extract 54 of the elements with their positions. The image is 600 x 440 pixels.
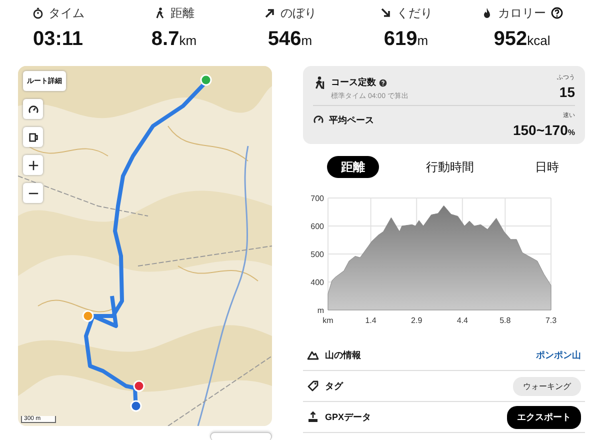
tab[interactable]: 日時 <box>521 156 573 178</box>
export-button[interactable]: エクスポート <box>507 406 581 428</box>
course-value: 150~170% <box>512 122 575 138</box>
flame-icon <box>481 7 493 19</box>
y-tick-label: 600 <box>310 222 324 231</box>
stat-label: カロリー <box>498 4 546 22</box>
map-control-button[interactable] <box>23 183 43 203</box>
info-label: タグ <box>325 380 343 392</box>
up-right-arrow-icon <box>264 7 276 19</box>
help-icon <box>551 7 563 19</box>
x-tick-label: 7.3 <box>545 316 557 325</box>
stat-label: のぼり <box>280 4 316 22</box>
stat-value: 952kcal <box>494 28 550 51</box>
zoom-in-icon <box>28 160 38 170</box>
stat-value: 619m <box>384 28 428 51</box>
info-label: GPXデータ <box>325 410 372 424</box>
y-tick-label: m <box>317 306 324 315</box>
map-control-button[interactable] <box>23 155 43 175</box>
stat-value: 546m <box>268 28 312 51</box>
course-title: コース定数 <box>331 76 376 89</box>
stat-label: くだり <box>396 4 432 22</box>
tag-chip[interactable]: ウォーキング <box>513 376 581 396</box>
x-tick-label: 1.4 <box>365 316 376 325</box>
y-tick-label: 700 <box>310 194 324 203</box>
y-tick-label: 500 <box>310 250 324 259</box>
down-right-arrow-icon <box>380 7 392 19</box>
x-tick-label: 2.9 <box>411 316 422 325</box>
course-value: 15 <box>559 84 575 100</box>
stat-label: タイム <box>48 4 84 22</box>
tab[interactable]: 行動時間 <box>412 156 488 178</box>
x-tick-label: km <box>322 316 334 325</box>
cup-icon <box>28 132 38 142</box>
stat-value: 03:11 <box>32 28 84 51</box>
speedometer-icon <box>28 104 38 114</box>
map-control-button[interactable] <box>23 127 43 147</box>
mountain-link[interactable]: ポンポン山 <box>536 348 581 362</box>
x-tick-label: 4.4 <box>456 316 468 325</box>
walking-person-icon <box>154 7 166 19</box>
tab[interactable]: 距離 <box>327 156 379 178</box>
x-tick-label: 5.8 <box>500 316 511 325</box>
course-title: 平均ペース <box>329 114 374 127</box>
info-label: 山の情報 <box>325 348 361 362</box>
hiker-icon <box>313 76 326 89</box>
stat-label: 距離 <box>170 4 194 22</box>
bottom-panel <box>210 432 272 440</box>
help-icon <box>379 78 387 86</box>
map-control-button[interactable] <box>23 99 43 119</box>
upload-icon <box>307 411 319 423</box>
stat-value: 8.7km <box>151 28 197 51</box>
stopwatch-icon <box>32 7 44 19</box>
speedometer-icon <box>313 114 324 125</box>
tag-icon <box>307 380 319 392</box>
mountain-icon <box>307 349 319 361</box>
y-tick-label: 400 <box>310 278 324 287</box>
